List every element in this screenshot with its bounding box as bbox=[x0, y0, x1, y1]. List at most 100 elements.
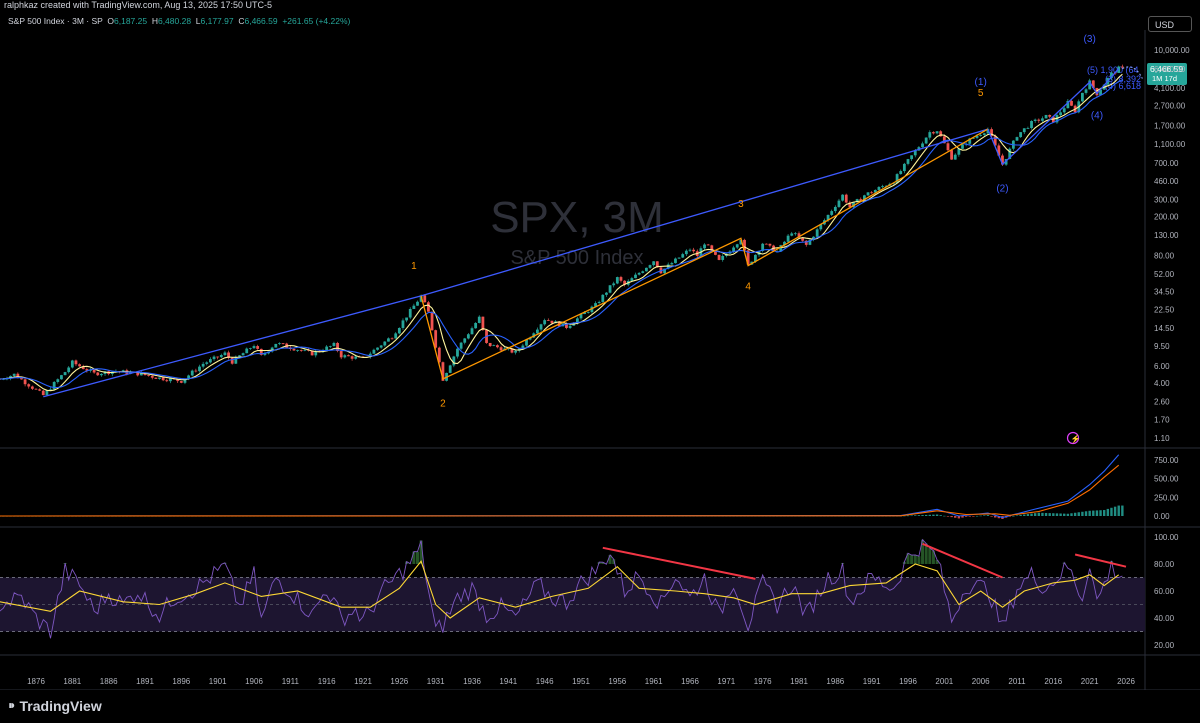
time-tick-label: 1926 bbox=[390, 677, 408, 686]
time-tick-label: 2011 bbox=[1008, 677, 1026, 686]
candle-body bbox=[212, 356, 216, 360]
macd-tick-label: 250.00 bbox=[1154, 493, 1179, 502]
macd-histogram-bar bbox=[964, 516, 968, 517]
candle-body bbox=[1070, 100, 1073, 106]
candle-body bbox=[452, 356, 456, 366]
candle-body bbox=[928, 132, 932, 138]
time-tick-label: 1976 bbox=[754, 677, 772, 686]
price-tick-label: 1.10 bbox=[1154, 434, 1170, 443]
candle-body bbox=[179, 381, 183, 383]
time-tick-label: 2021 bbox=[1081, 677, 1099, 686]
candle-body bbox=[1120, 66, 1124, 68]
macd-histogram-bar bbox=[910, 515, 913, 517]
candle-body bbox=[703, 244, 706, 249]
candle-body bbox=[412, 305, 416, 309]
price-tick-label: 80.00 bbox=[1154, 252, 1175, 261]
candle-body bbox=[30, 386, 34, 389]
candle-body bbox=[979, 134, 983, 136]
macd-histogram-bar bbox=[975, 515, 979, 517]
candle-body bbox=[67, 367, 71, 373]
candle-body bbox=[394, 333, 398, 339]
time-tick-label: 1936 bbox=[463, 677, 481, 686]
candle-body bbox=[481, 316, 485, 330]
price-tick-label: 2.60 bbox=[1154, 397, 1170, 406]
macd-histogram-bar bbox=[1110, 507, 1113, 516]
macd-histogram-bar bbox=[994, 516, 997, 518]
candle-body bbox=[1044, 114, 1048, 119]
time-tick-label: 1896 bbox=[172, 677, 190, 686]
time-tick-label: 1881 bbox=[63, 677, 81, 686]
candle-body bbox=[539, 324, 543, 330]
candle-body bbox=[615, 277, 619, 284]
macd-histogram-bar bbox=[1070, 513, 1073, 516]
candle-body bbox=[70, 360, 74, 368]
macd-histogram-bar bbox=[1073, 512, 1077, 516]
macd-histogram-bar bbox=[968, 516, 971, 517]
candle-body bbox=[492, 345, 496, 347]
time-tick-label: 1946 bbox=[536, 677, 554, 686]
macd-histogram-bar bbox=[1037, 512, 1040, 516]
rsi-tick-label: 80.00 bbox=[1154, 560, 1175, 569]
candle-body bbox=[1041, 118, 1044, 121]
macd-histogram-bar bbox=[1081, 511, 1084, 516]
candle-body bbox=[612, 283, 616, 286]
candle-body bbox=[514, 350, 517, 353]
candle-body bbox=[670, 263, 674, 265]
candle-body bbox=[56, 379, 60, 382]
candle-body bbox=[219, 355, 223, 358]
candle-body bbox=[684, 250, 688, 255]
macd-histogram-bar bbox=[1052, 513, 1055, 516]
time-tick-label: 1966 bbox=[681, 677, 699, 686]
time-tick-label: 1921 bbox=[354, 677, 372, 686]
macd-histogram-bar bbox=[1106, 508, 1110, 516]
candle-body bbox=[12, 373, 16, 376]
tradingview-logo[interactable]: ⁍ TradingView bbox=[8, 697, 102, 715]
time-tick-label: 1941 bbox=[499, 677, 517, 686]
candle-body bbox=[205, 362, 209, 364]
macd-histogram-bar bbox=[1088, 510, 1091, 516]
projection-label-4: (4) 6,618 bbox=[1105, 81, 1141, 91]
macd-histogram-bar bbox=[1099, 510, 1102, 516]
candle-body bbox=[496, 345, 499, 348]
wave-label: 3 bbox=[738, 199, 744, 210]
candle-body bbox=[427, 302, 430, 312]
candle-body bbox=[27, 384, 31, 387]
candle-body bbox=[608, 285, 612, 293]
macd-histogram-bar bbox=[921, 515, 924, 516]
candle-body bbox=[448, 365, 452, 373]
candle-body bbox=[379, 345, 383, 348]
candle-body bbox=[833, 206, 837, 212]
tradingview-logo-icon: ⁍ bbox=[8, 698, 16, 715]
macd-histogram-bar bbox=[1066, 513, 1070, 516]
candle-body bbox=[332, 342, 336, 346]
macd-histogram-bar bbox=[1121, 505, 1124, 516]
candle-body bbox=[60, 375, 63, 380]
rsi-divergence-line bbox=[602, 546, 756, 580]
macd-histogram-bar bbox=[990, 516, 993, 517]
candle-body bbox=[721, 255, 725, 260]
rsi-overbought-fill bbox=[928, 548, 932, 564]
candle-body bbox=[343, 355, 347, 358]
candle-body bbox=[477, 316, 481, 323]
candle-body bbox=[906, 159, 910, 164]
candle-body bbox=[150, 375, 154, 378]
candle-body bbox=[474, 322, 478, 329]
brand-name: TradingView bbox=[19, 698, 102, 714]
candle-body bbox=[536, 329, 539, 334]
price-tick-label: 22.50 bbox=[1154, 306, 1175, 315]
candle-body bbox=[1033, 119, 1037, 122]
time-tick-label: 1911 bbox=[282, 677, 300, 686]
candle-body bbox=[470, 328, 474, 335]
macd-histogram-bar bbox=[986, 515, 990, 516]
candle-body bbox=[1048, 114, 1052, 117]
macd-histogram-bar bbox=[1055, 513, 1059, 516]
rsi-tick-label: 20.00 bbox=[1154, 641, 1175, 650]
macd-histogram-bar bbox=[932, 514, 935, 516]
candle-body bbox=[434, 330, 438, 348]
rsi-overbought-fill bbox=[917, 556, 921, 564]
candle-body bbox=[190, 370, 194, 376]
candle-body bbox=[1062, 108, 1066, 113]
candle-body bbox=[430, 311, 434, 331]
price-chart[interactable]: SPX, 3M S&P 500 Index 6,466.59 1M 17d (5… bbox=[0, 0, 1200, 690]
candle-body bbox=[786, 235, 790, 242]
